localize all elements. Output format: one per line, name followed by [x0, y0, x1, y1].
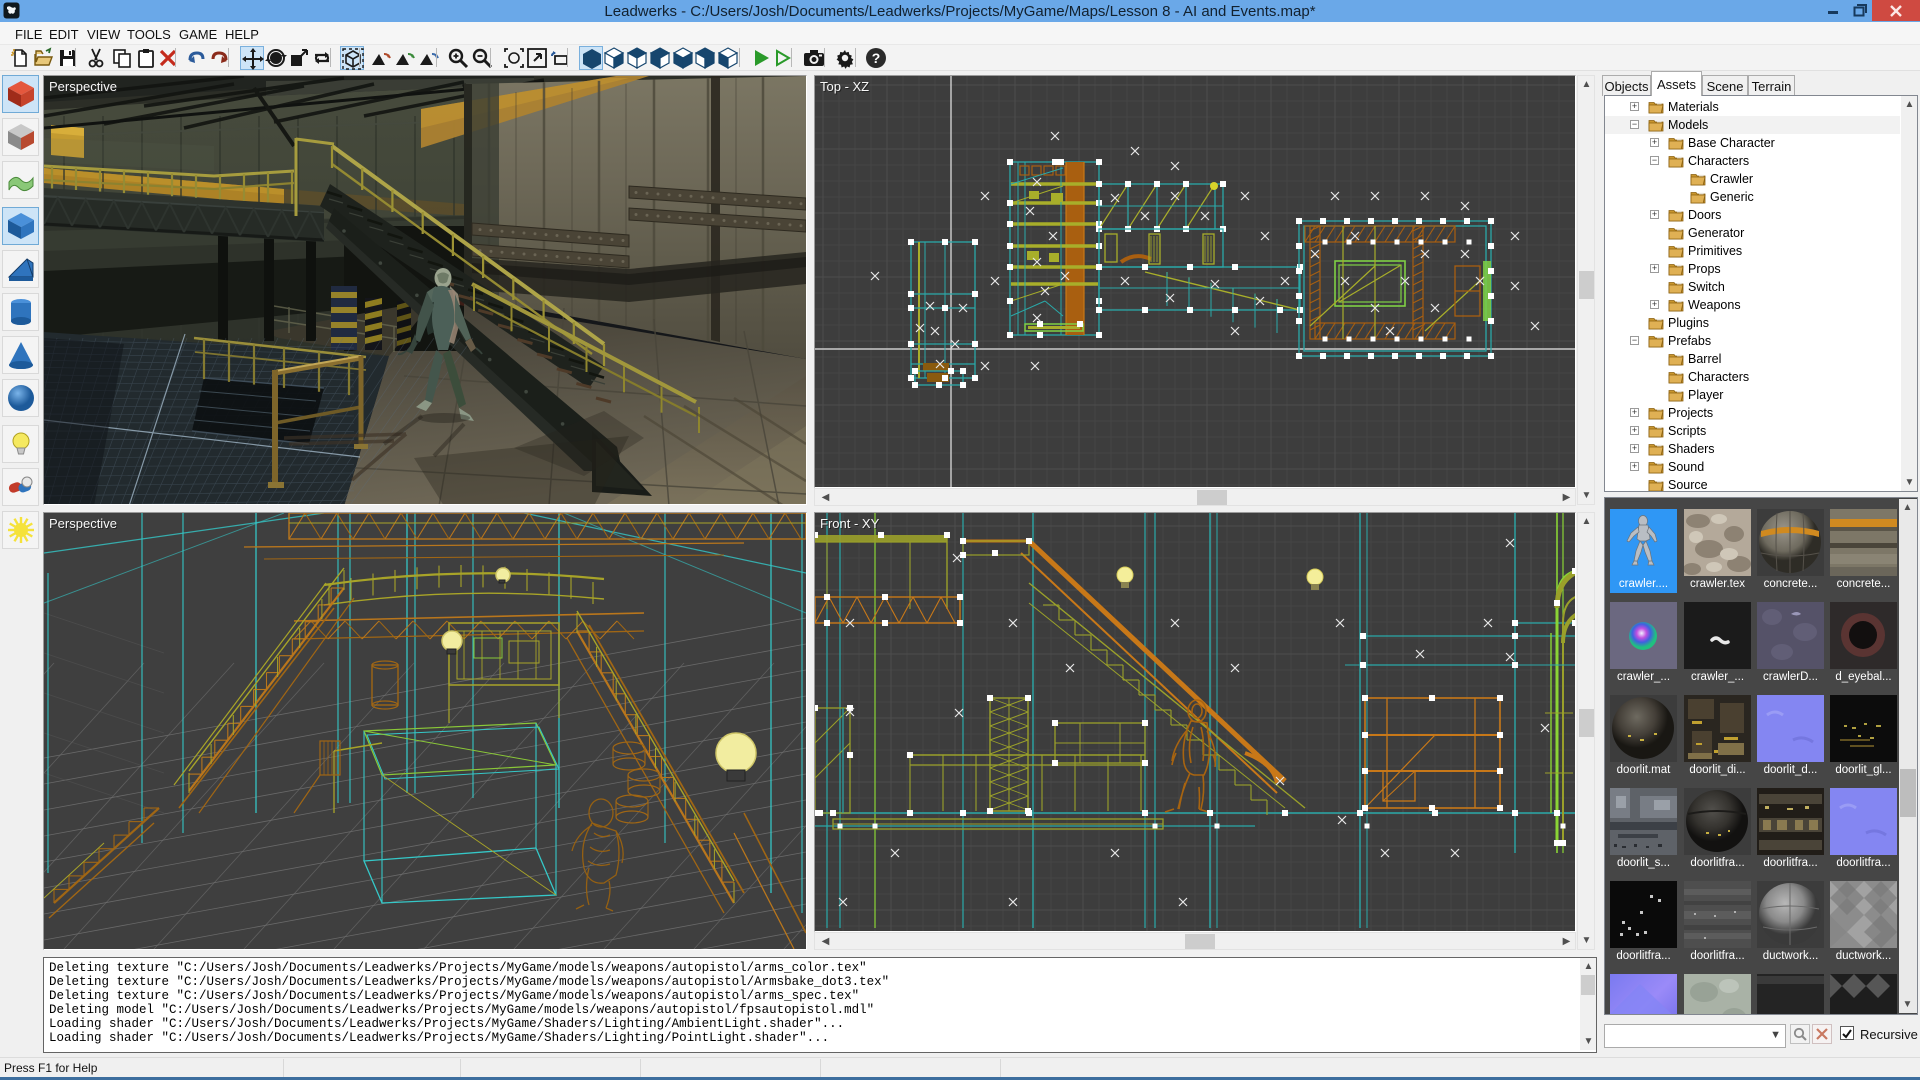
svg-text:?: ? — [872, 50, 881, 66]
